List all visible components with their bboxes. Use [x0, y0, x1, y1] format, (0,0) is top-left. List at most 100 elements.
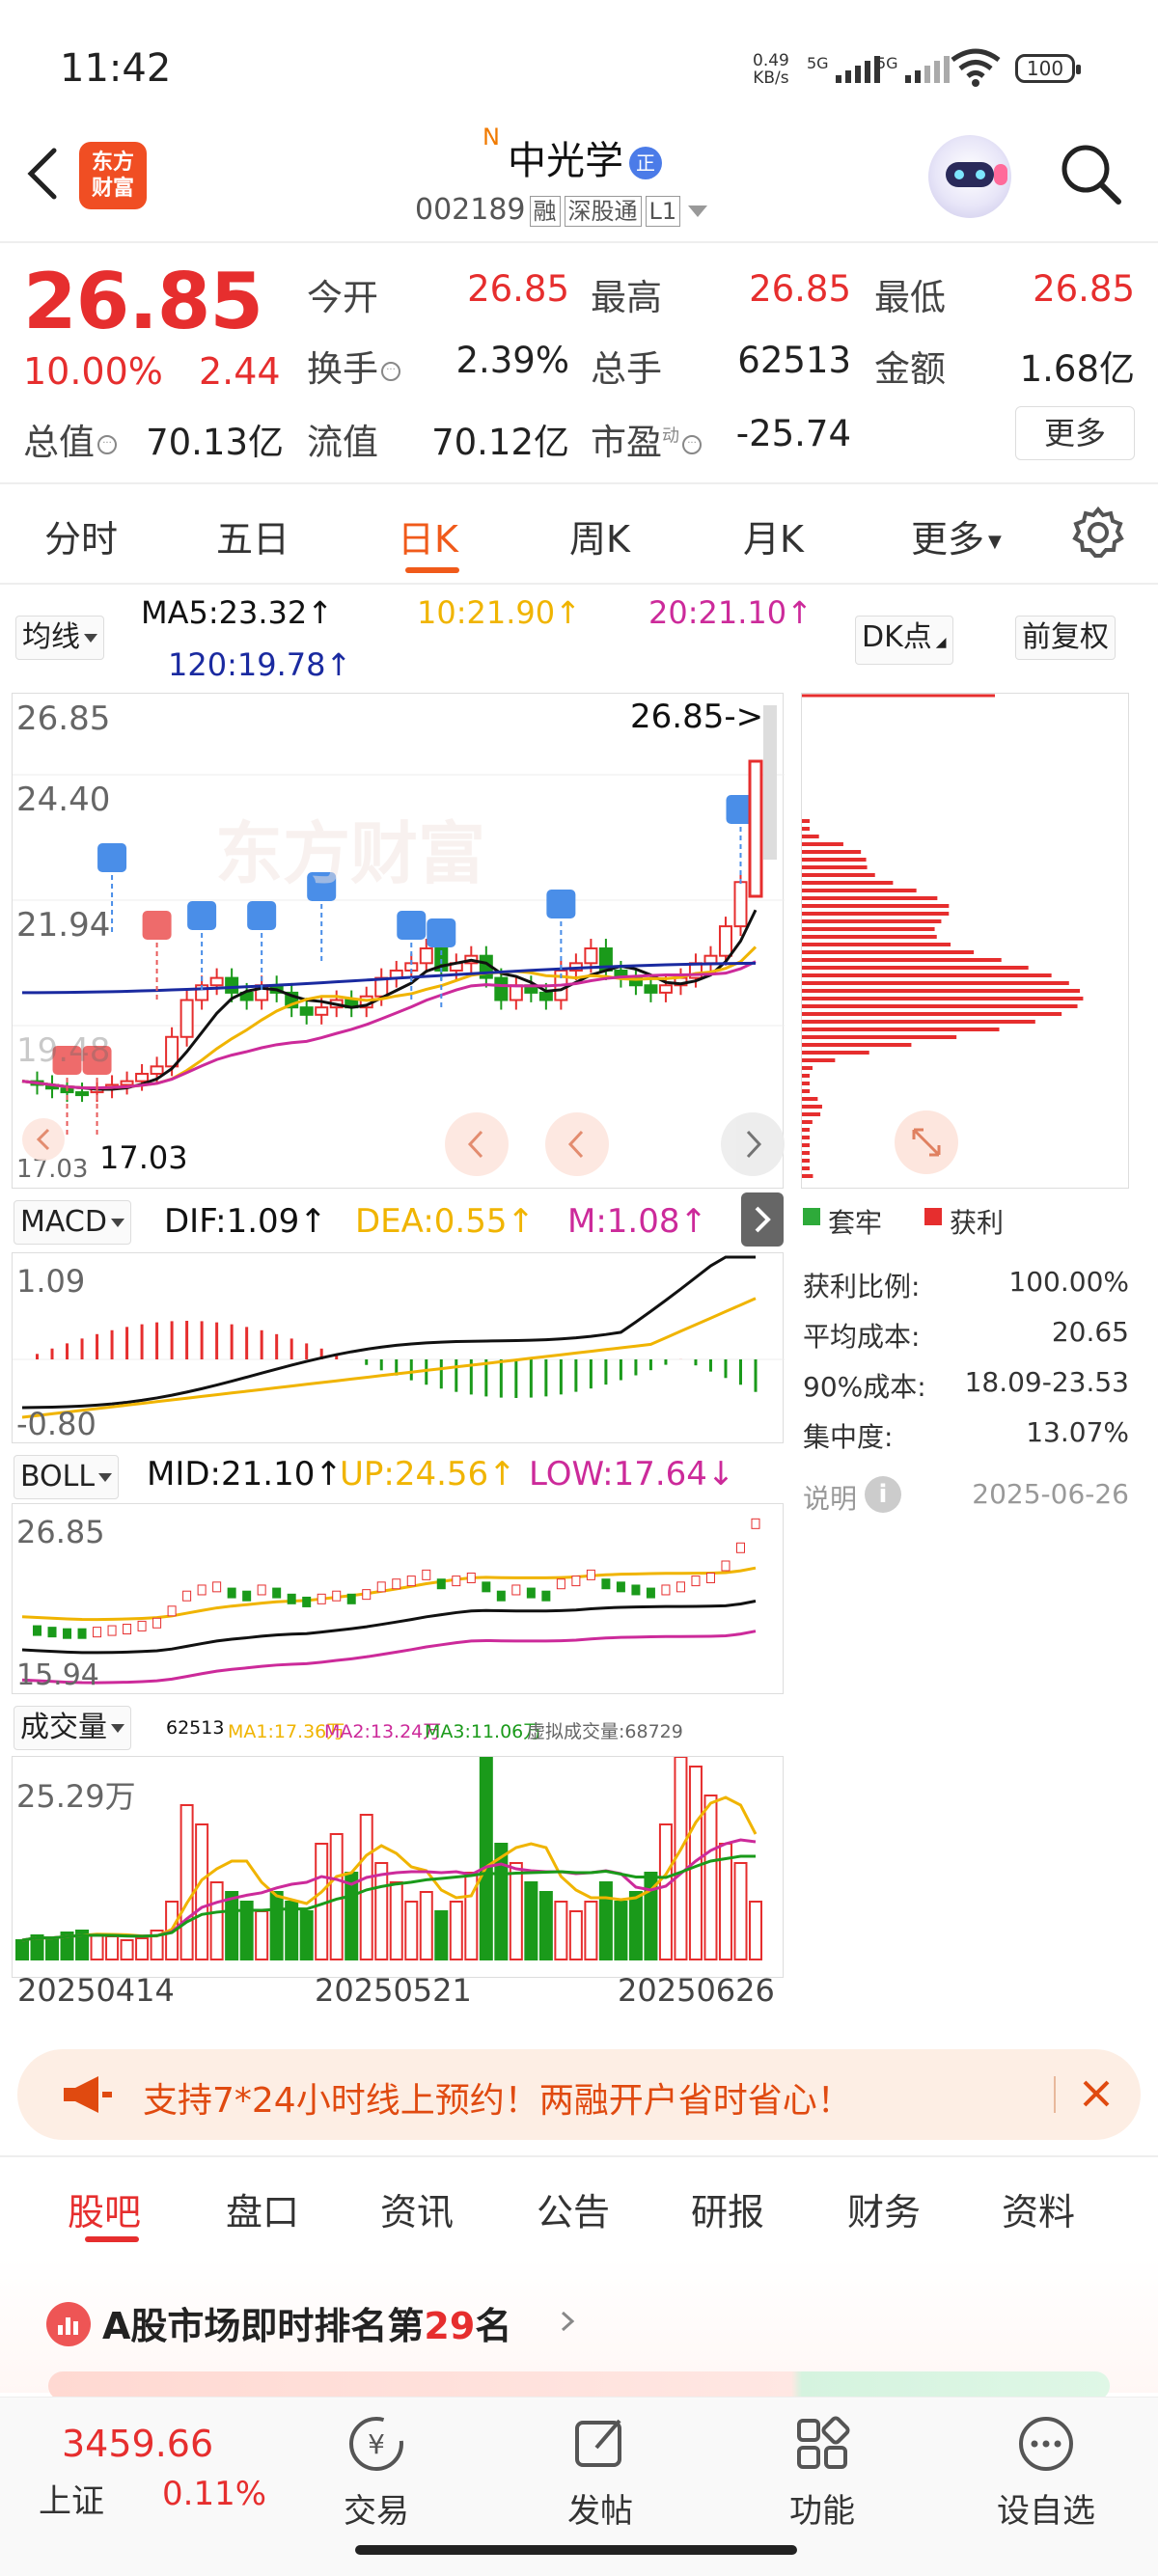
chip-value-90cost: 18.09-23.53	[964, 1366, 1129, 1398]
search-icon[interactable]	[1057, 140, 1124, 207]
chip-bar	[802, 896, 938, 900]
volume-bar	[135, 1937, 150, 1960]
macd-m: M:1.08↑	[567, 1202, 707, 1241]
volume-chart[interactable]: 25.29万	[12, 1756, 784, 1978]
tab-news[interactable]: 资讯	[380, 2182, 454, 2235]
scroll-left-button[interactable]	[22, 1118, 65, 1161]
caret-down-icon	[98, 1473, 113, 1482]
boll-selector[interactable]: BOLL	[14, 1455, 120, 1499]
info-dots-icon[interactable]: ···	[682, 434, 702, 454]
tab-intraday[interactable]: 分时	[44, 509, 118, 562]
home-indicator	[355, 2545, 797, 2555]
info-icon[interactable]: i	[865, 1476, 901, 1513]
ma-selector[interactable]: 均线	[15, 616, 104, 660]
tab-monthly-k[interactable]: 月K	[743, 509, 804, 562]
tab-research[interactable]: 研报	[691, 2182, 764, 2235]
chevron-right-icon	[755, 1206, 771, 1233]
tab-announcements[interactable]: 公告	[537, 2182, 610, 2235]
chip-bar	[802, 1012, 1062, 1016]
stock-code: 002189	[415, 193, 526, 227]
info-dots-icon[interactable]: ···	[381, 361, 400, 381]
index-name[interactable]: 上证	[39, 2475, 104, 2522]
volume-selector[interactable]: 成交量	[14, 1706, 131, 1750]
move-right-button[interactable]	[721, 1112, 785, 1176]
signal-marker	[397, 911, 427, 940]
chip-bar	[802, 1089, 811, 1093]
volume-bar	[584, 1901, 598, 1960]
tab-profile[interactable]: 资料	[1002, 2182, 1075, 2235]
boll-low: LOW:17.64↓	[529, 1455, 735, 1494]
caret-down-icon	[111, 1724, 124, 1733]
chip-date: 2025-06-26	[972, 1478, 1129, 1510]
assistant-robot-icon[interactable]	[928, 135, 1011, 218]
chip-bar	[802, 873, 875, 877]
signal-marker	[187, 901, 217, 930]
macd-chart[interactable]: 1.09 -0.80	[12, 1252, 785, 1443]
app-logo[interactable]: 东方 财富	[79, 142, 147, 209]
macd-y-top: 1.09	[16, 1263, 86, 1300]
macd-selector[interactable]: MACD	[14, 1200, 131, 1245]
back-arrow-icon[interactable]	[21, 145, 64, 203]
boll-candle	[123, 1624, 132, 1635]
more-stats-button[interactable]: 更多	[1015, 406, 1135, 460]
chip-label-concentration: 集中度:	[803, 1421, 894, 1453]
indicator-expand-button[interactable]	[741, 1192, 784, 1247]
info-dots-icon[interactable]: ···	[97, 434, 117, 454]
index-value[interactable]: 3459.66	[62, 2423, 213, 2465]
chip-bar	[802, 1159, 810, 1163]
boll-candle	[287, 1593, 296, 1604]
kline-chart[interactable]: 26.85 24.40 21.94 19.48 17.03 26.85-> 东方…	[12, 693, 785, 1189]
index-percent[interactable]: 0.11%	[162, 2475, 266, 2513]
tab-more[interactable]: 更多 ▼	[911, 509, 1002, 562]
close-icon[interactable]	[1069, 2067, 1123, 2121]
ma5-line	[21, 909, 758, 1091]
dk-points-button[interactable]: DK点 ◢	[855, 616, 953, 665]
nav-functions[interactable]: 功能	[745, 2407, 899, 2532]
tab-pankou[interactable]: 盘口	[226, 2182, 299, 2235]
stat-label-float: 流值	[307, 422, 378, 463]
volume-bar	[374, 1862, 389, 1960]
tab-weekly-k[interactable]: 周K	[569, 509, 630, 562]
boll-chart[interactable]: 26.85 15.94	[12, 1503, 784, 1694]
chip-distribution-chart[interactable]	[801, 693, 1129, 1189]
chip-bar	[802, 981, 1069, 985]
nav-add-watchlist[interactable]: 设自选	[969, 2407, 1123, 2532]
boll-up: UP:24.56↑	[340, 1455, 516, 1494]
new-stock-mark: N	[482, 123, 500, 151]
tab-five-day[interactable]: 五日	[216, 509, 290, 562]
chip-note-label[interactable]: 说明	[803, 1478, 857, 1517]
chip-bar	[802, 865, 868, 869]
chip-bar	[802, 881, 894, 885]
nav-post[interactable]: 发帖	[523, 2407, 677, 2532]
expand-icon[interactable]	[895, 1110, 958, 1174]
boll-candle	[691, 1576, 701, 1587]
tab-daily-k[interactable]: 日K	[398, 509, 458, 562]
legend-trapped-swatch	[803, 1208, 820, 1225]
promo-banner[interactable]: 支持7*24小时线上预约！两融开户省时省心！	[17, 2049, 1141, 2140]
stock-code-row[interactable]: 002189 融深股通 L1	[415, 193, 708, 227]
chevron-down-icon	[688, 205, 708, 217]
ranking-card[interactable]: A股市场即时排名第29名	[0, 2258, 1158, 2400]
chip-bar	[802, 1136, 810, 1139]
boll-candle	[197, 1584, 207, 1596]
zoom-out-button[interactable]	[445, 1112, 509, 1176]
banner-divider	[0, 2155, 1158, 2157]
move-left-button[interactable]	[545, 1112, 609, 1176]
boll-up-line	[21, 1566, 757, 1622]
nav-trade[interactable]: ¥ 交易	[299, 2407, 454, 2532]
boll-y-bottom: 15.94	[16, 1658, 99, 1692]
adjust-price-button[interactable]: 前复权	[1015, 616, 1116, 660]
boll-candle	[571, 1576, 581, 1587]
volume-bar	[598, 1881, 613, 1960]
tab-finance[interactable]: 财务	[847, 2182, 921, 2235]
candle-body	[494, 976, 509, 1001]
gear-icon[interactable]	[1071, 506, 1125, 560]
stat-value-open: 26.85	[467, 268, 569, 310]
chip-label-90cost: 90%成本:	[803, 1371, 926, 1403]
tab-guba[interactable]: 股吧	[68, 2182, 141, 2235]
yuan-coin-icon: ¥	[349, 2417, 403, 2471]
candle-body	[733, 881, 748, 928]
chip-bar	[802, 835, 819, 838]
kline-y-3: 21.94	[16, 906, 111, 945]
boll-candle	[661, 1584, 671, 1596]
